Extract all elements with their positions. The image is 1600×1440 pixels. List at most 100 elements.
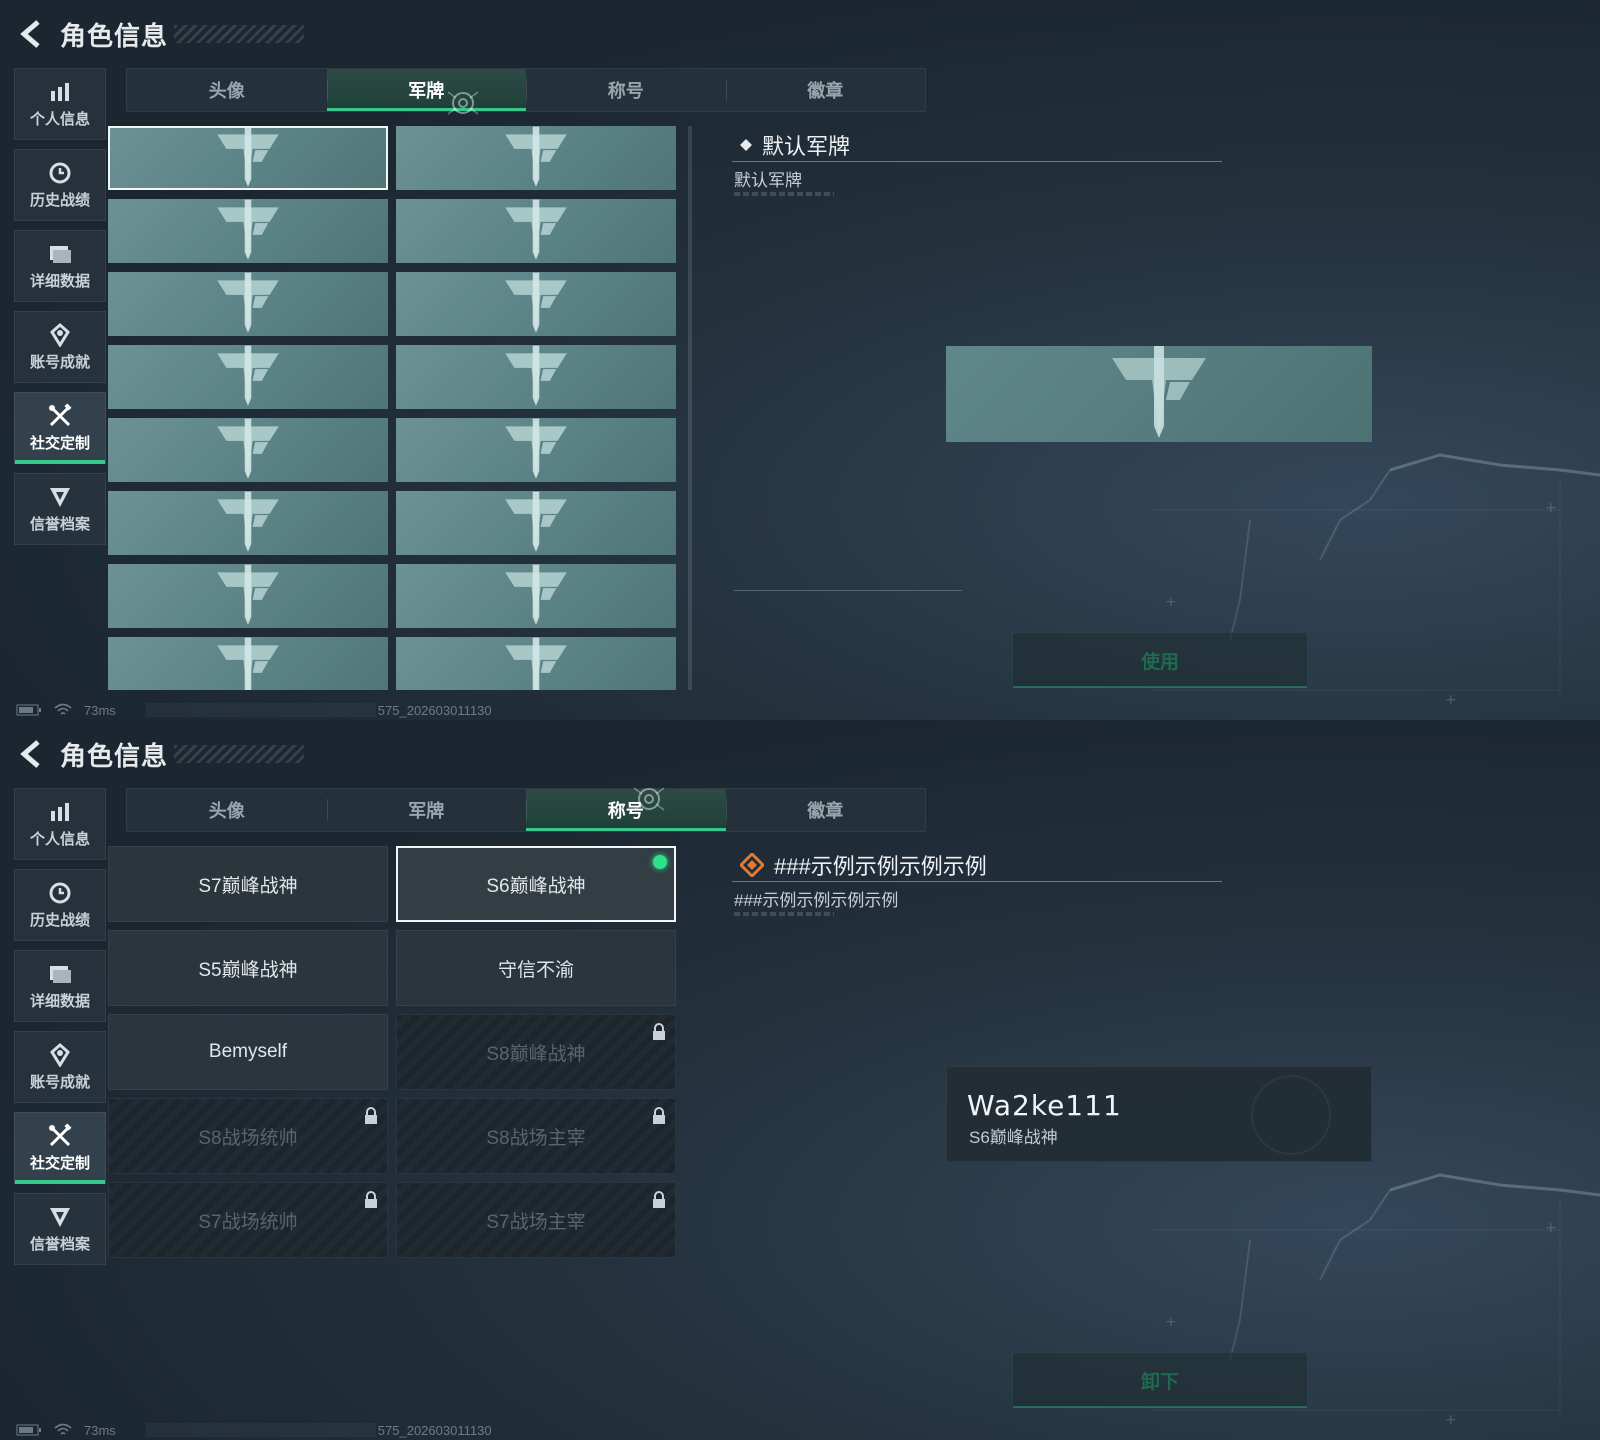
- sidebar-item-label: 历史战绩: [29, 912, 90, 929]
- title-card-body: 守信不渝: [396, 930, 676, 1006]
- dogtag-card[interactable]: [108, 126, 388, 190]
- dogtag-card[interactable]: [108, 637, 388, 690]
- dogtag-emblem-icon: [505, 418, 567, 479]
- sidebar-item-label: 信誉档案: [29, 1236, 90, 1253]
- folder-icon: [47, 241, 73, 267]
- sidebar-item-details[interactable]: 详细数据: [14, 230, 106, 302]
- title-card[interactable]: S8战场主宰: [396, 1098, 676, 1174]
- preview-title-name: S6巅峰战神: [969, 1128, 1058, 1147]
- title-card[interactable]: S7战场统帅: [108, 1182, 388, 1258]
- dogtag-emblem-icon: [505, 199, 567, 260]
- build-version: 575_202603011130: [377, 1422, 492, 1438]
- dogtag-preview: [946, 346, 1372, 442]
- dogtag-card[interactable]: [396, 418, 676, 482]
- title-card-body: S5巅峰战神: [108, 930, 388, 1006]
- description-decoration: [734, 912, 834, 916]
- title-card[interactable]: S7巅峰战神: [108, 846, 388, 922]
- tab-dogtag[interactable]: 军牌: [326, 69, 526, 111]
- wifi-icon: [54, 1423, 72, 1435]
- page-title: 角色信息: [60, 740, 169, 771]
- back-button[interactable]: [16, 736, 46, 772]
- dogtag-emblem-icon: [1112, 346, 1206, 438]
- dogtag-card[interactable]: [396, 564, 676, 628]
- bar-chart-icon: [47, 79, 73, 105]
- tab-avatar[interactable]: 头像: [127, 69, 327, 111]
- dogtag-card[interactable]: [108, 272, 388, 336]
- status-placeholder: [145, 1423, 376, 1437]
- sidebar-item-label: 历史战绩: [29, 192, 90, 209]
- dogtag-card[interactable]: [396, 272, 676, 336]
- page-title: 角色信息: [60, 20, 169, 51]
- dogtag-card[interactable]: [108, 345, 388, 409]
- sidebar-item-profile[interactable]: 个人信息: [14, 68, 106, 140]
- status-placeholder: [145, 703, 376, 717]
- dogtag-card[interactable]: [108, 199, 388, 263]
- svg-text:+: +: [1445, 1412, 1457, 1428]
- back-button[interactable]: [16, 16, 46, 52]
- sidebar-item-history[interactable]: 历史战绩: [14, 149, 106, 221]
- dogtag-card[interactable]: [396, 345, 676, 409]
- back-arrow-icon: [20, 20, 40, 48]
- title-card[interactable]: S8巅峰战神: [396, 1014, 676, 1090]
- title-label: S7战场主宰: [486, 1211, 586, 1233]
- tab-badge[interactable]: 徽章: [725, 69, 926, 111]
- dogtag-image: [396, 272, 676, 336]
- title-card[interactable]: 守信不渝: [396, 930, 676, 1006]
- scrollbar[interactable]: [688, 126, 692, 690]
- equipped-indicator: [653, 855, 667, 869]
- dogtag-card[interactable]: [396, 491, 676, 555]
- ping-value: 73ms: [84, 1422, 116, 1438]
- title-card[interactable]: Bemyself: [108, 1014, 388, 1090]
- achievement-icon: [47, 322, 73, 348]
- title-card[interactable]: S6巅峰战神: [396, 846, 676, 922]
- sidebar-item-profile[interactable]: 个人信息: [14, 788, 106, 860]
- tab-bar: 头像 军牌 称号 徽章: [126, 68, 926, 112]
- dogtag-emblem-icon: [505, 126, 567, 187]
- tab-avatar[interactable]: 头像: [127, 789, 327, 831]
- sidebar-item-reputation[interactable]: 信誉档案: [14, 473, 106, 545]
- sidebar-item-social-custom[interactable]: 社交定制: [14, 392, 106, 464]
- dogtag-card[interactable]: [108, 564, 388, 628]
- dogtag-image: [396, 418, 676, 482]
- screen-dogtag: + + + 角色信息 个人信息 历史战绩 详细数据 账号成就 社交定制 信誉档案…: [0, 0, 1600, 720]
- tab-dogtag[interactable]: 军牌: [326, 789, 527, 831]
- dogtag-image: [108, 345, 388, 409]
- header: 角色信息: [16, 14, 305, 54]
- sidebar-item-social-custom[interactable]: 社交定制: [14, 1112, 106, 1184]
- sidebar-item-achievements[interactable]: 账号成就: [14, 311, 106, 383]
- dogtag-card[interactable]: [396, 637, 676, 690]
- unequip-button[interactable]: 卸下: [1012, 1352, 1308, 1408]
- dogtag-emblem-icon: [217, 564, 279, 625]
- dogtag-card[interactable]: [396, 126, 676, 190]
- sidebar-item-achievements[interactable]: 账号成就: [14, 1031, 106, 1103]
- detail-name: ###示例示例示例示例: [774, 853, 987, 879]
- dogtag-emblem-icon: [217, 637, 279, 690]
- dogtag-image: [396, 345, 676, 409]
- dogtag-emblem-icon: [505, 491, 567, 552]
- dogtag-card[interactable]: [108, 418, 388, 482]
- title-card-body: S7战场统帅: [108, 1182, 388, 1258]
- dogtag-card[interactable]: [108, 491, 388, 555]
- tab-title[interactable]: 称号: [526, 789, 726, 831]
- dogtag-image: [108, 418, 388, 482]
- title-decoration: [174, 25, 305, 43]
- title-card-body: S8战场统帅: [108, 1098, 388, 1174]
- sidebar-item-history[interactable]: 历史战绩: [14, 869, 106, 941]
- tab-badge[interactable]: 徽章: [725, 789, 926, 831]
- title-card[interactable]: S7战场主宰: [396, 1182, 676, 1258]
- dogtag-card[interactable]: [396, 199, 676, 263]
- title-card[interactable]: S8战场统帅: [108, 1098, 388, 1174]
- dogtag-image: [396, 199, 676, 263]
- title-card[interactable]: S5巅峰战神: [108, 930, 388, 1006]
- lock-icon: [653, 1191, 665, 1208]
- sidebar-item-label: 账号成就: [29, 1074, 90, 1091]
- dogtag-image: [108, 637, 388, 690]
- use-button[interactable]: 使用: [1012, 632, 1308, 688]
- detail-name: 默认军牌: [762, 133, 851, 159]
- sidebar-item-reputation[interactable]: 信誉档案: [14, 1193, 106, 1265]
- dogtag-emblem-icon: [217, 199, 279, 260]
- tab-title[interactable]: 称号: [526, 69, 726, 111]
- sidebar-item-details[interactable]: 详细数据: [14, 950, 106, 1022]
- sidebar-item-label: 详细数据: [29, 273, 90, 290]
- preview-decoration: [1251, 1075, 1331, 1155]
